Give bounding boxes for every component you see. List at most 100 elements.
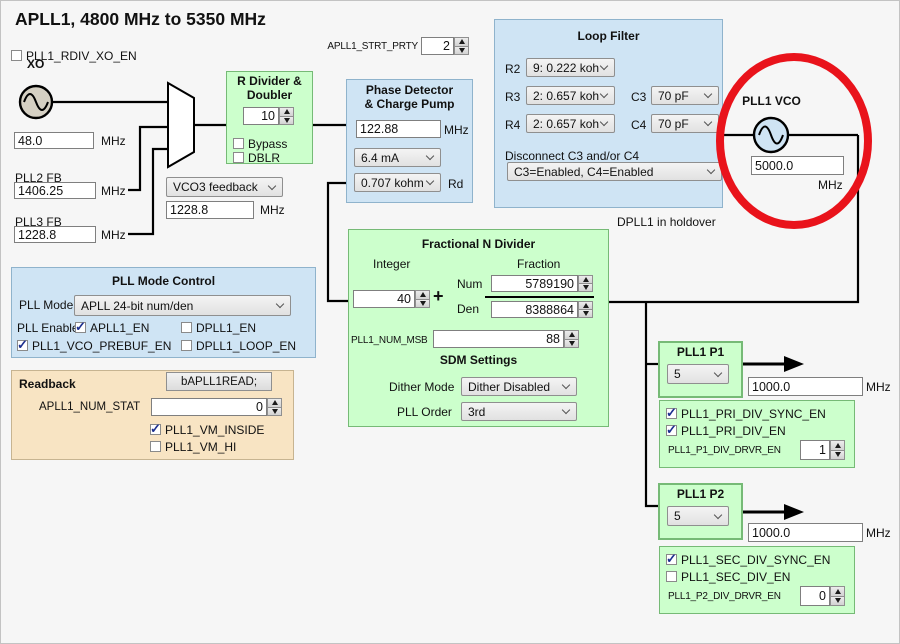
- sdm-settings-title: SDM Settings: [348, 354, 609, 368]
- p2-div-en-label: PLL1_SEC_DIV_EN: [681, 570, 790, 584]
- pll3-fb-field[interactable]: 1228.8: [14, 226, 96, 243]
- xo-freq-field[interactable]: 48.0: [14, 132, 94, 149]
- vm-inside-label: PLL1_VM_INSIDE: [165, 423, 264, 437]
- spin-down-icon: [420, 301, 426, 306]
- p2-drvr-field[interactable]: 0: [800, 586, 830, 606]
- apll1-strt-prty-label: APLL1_STRT_PRTY: [326, 41, 418, 52]
- bypass-checkbox-row[interactable]: Bypass: [233, 137, 287, 151]
- p2-freq-field[interactable]: 1000.0: [748, 523, 863, 542]
- chevron-down-icon: [562, 406, 570, 414]
- r-divider-title-2: Doubler: [226, 89, 313, 103]
- p1-freq-field[interactable]: 1000.0: [748, 377, 863, 396]
- rd-label: Rd: [448, 178, 463, 191]
- pll-order-label: PLL Order: [397, 406, 452, 419]
- apll1-strt-prty-spinner[interactable]: [454, 37, 469, 55]
- vco-oscillator-icon: [754, 118, 788, 152]
- integer-field[interactable]: 40: [353, 290, 415, 308]
- pll-mode-select[interactable]: APLL 24-bit num/den: [74, 295, 291, 316]
- r-divider-spinner[interactable]: [279, 107, 294, 125]
- num-stat-spinner[interactable]: [267, 398, 282, 416]
- r4-select[interactable]: 2: 0.657 kohm: [526, 114, 615, 133]
- readback-button[interactable]: bAPLL1READ;: [166, 372, 272, 391]
- dither-mode-select[interactable]: Dither Disabled: [461, 377, 577, 396]
- p2-div-en-checkbox[interactable]: [666, 571, 677, 582]
- charge-pump-current-select[interactable]: 6.4 mA: [354, 148, 441, 167]
- apll1-en-checkbox[interactable]: [75, 322, 86, 333]
- feedback-freq-field[interactable]: 1228.8: [166, 201, 254, 219]
- dpll1-en-checkbox-row[interactable]: DPLL1_EN: [181, 321, 256, 335]
- p2-sync-checkbox[interactable]: [666, 554, 677, 565]
- r3-select[interactable]: 2: 0.657 kohm: [526, 86, 615, 105]
- num-label: Num: [457, 278, 482, 291]
- apll1-en-checkbox-row[interactable]: APLL1_EN: [75, 321, 149, 335]
- num-stat-field[interactable]: 0: [151, 398, 267, 416]
- dither-mode-label: Dither Mode: [389, 381, 454, 394]
- den-field[interactable]: 8388864: [491, 301, 578, 318]
- p1-drvr-field[interactable]: 1: [800, 440, 830, 460]
- p2-drvr-label: PLL1_P2_DIV_DRVR_EN: [668, 591, 781, 602]
- dpll1-loop-en-checkbox-row[interactable]: DPLL1_LOOP_EN: [181, 339, 296, 353]
- vm-hi-checkbox[interactable]: [150, 441, 161, 452]
- num-spinner[interactable]: [578, 275, 593, 292]
- spin-down-icon: [459, 48, 465, 53]
- vm-inside-checkbox[interactable]: [150, 424, 161, 435]
- fraction-bar: [485, 296, 594, 298]
- p1-divide-select[interactable]: 5: [667, 364, 729, 384]
- dblr-label: DBLR: [248, 151, 280, 165]
- vm-inside-checkbox-row[interactable]: PLL1_VM_INSIDE: [150, 423, 264, 437]
- p1-freq-unit: MHz: [866, 381, 891, 394]
- apll1-strt-prty-field[interactable]: 2: [421, 37, 454, 55]
- dpll1-en-label: DPLL1_EN: [196, 321, 256, 335]
- chevron-down-icon: [600, 118, 608, 126]
- den-spinner[interactable]: [578, 301, 593, 318]
- pll2-fb-field[interactable]: 1406.25: [14, 182, 96, 199]
- p2-divide-select[interactable]: 5: [667, 506, 729, 526]
- spin-up-icon: [420, 292, 426, 297]
- r2-select[interactable]: 9: 0.222 kohm: [526, 58, 615, 77]
- prebuf-en-checkbox[interactable]: [17, 340, 28, 351]
- integer-spinner[interactable]: [415, 290, 430, 308]
- r-divider-value-field[interactable]: 10: [243, 107, 279, 125]
- chevron-down-icon: [600, 62, 608, 70]
- p1-sync-checkbox-row[interactable]: PLL1_PRI_DIV_SYNC_EN: [666, 407, 826, 421]
- c3-select[interactable]: 70 pF: [651, 86, 719, 105]
- fraction-label: Fraction: [517, 258, 560, 271]
- p2-div-en-checkbox-row[interactable]: PLL1_SEC_DIV_EN: [666, 570, 790, 584]
- den-label: Den: [457, 303, 479, 316]
- dblr-checkbox[interactable]: [233, 152, 244, 163]
- pll1-rdiv-xo-en-checkbox[interactable]: [11, 50, 22, 61]
- spin-down-icon: [583, 311, 589, 316]
- bypass-checkbox[interactable]: [233, 138, 244, 149]
- dblr-checkbox-row[interactable]: DBLR: [233, 151, 280, 165]
- xo-oscillator-icon: [20, 86, 52, 118]
- integer-label: Integer: [373, 258, 410, 271]
- vm-hi-checkbox-row[interactable]: PLL1_VM_HI: [150, 440, 236, 454]
- p1-div-en-checkbox[interactable]: [666, 425, 677, 436]
- feedback-select[interactable]: VCO3 feedback: [166, 177, 283, 197]
- num-msb-spinner[interactable]: [564, 330, 579, 348]
- c4-select[interactable]: 70 pF: [651, 114, 719, 133]
- num-msb-field[interactable]: 88: [433, 330, 564, 348]
- spin-down-icon: [569, 341, 575, 346]
- holdover-status: DPLL1 in holdover: [617, 216, 716, 229]
- p2-sync-checkbox-row[interactable]: PLL1_SEC_DIV_SYNC_EN: [666, 553, 830, 567]
- chevron-down-icon: [714, 510, 722, 518]
- p1-sync-checkbox[interactable]: [666, 408, 677, 419]
- p2-drvr-spinner[interactable]: [830, 586, 845, 606]
- dpll1-en-checkbox[interactable]: [181, 322, 192, 333]
- pd-freq-field[interactable]: 122.88: [356, 120, 441, 138]
- vco-freq-field[interactable]: 5000.0: [751, 156, 844, 175]
- disconnect-select[interactable]: C3=Enabled, C4=Enabled: [507, 162, 722, 181]
- pll-order-select[interactable]: 3rd: [461, 402, 577, 421]
- p1-div-en-checkbox-row[interactable]: PLL1_PRI_DIV_EN: [666, 424, 786, 438]
- rd-resistor-select[interactable]: 0.707 kohm: [354, 173, 441, 192]
- prebuf-en-checkbox-row[interactable]: PLL1_VCO_PREBUF_EN: [17, 339, 171, 353]
- dpll1-loop-en-checkbox[interactable]: [181, 340, 192, 351]
- xo-label: XO: [27, 58, 44, 71]
- num-field[interactable]: 5789190: [491, 275, 578, 292]
- spin-up-icon: [583, 303, 589, 308]
- bypass-label: Bypass: [248, 137, 287, 151]
- chevron-down-icon: [714, 368, 722, 376]
- spin-down-icon: [835, 452, 841, 457]
- p1-drvr-spinner[interactable]: [830, 440, 845, 460]
